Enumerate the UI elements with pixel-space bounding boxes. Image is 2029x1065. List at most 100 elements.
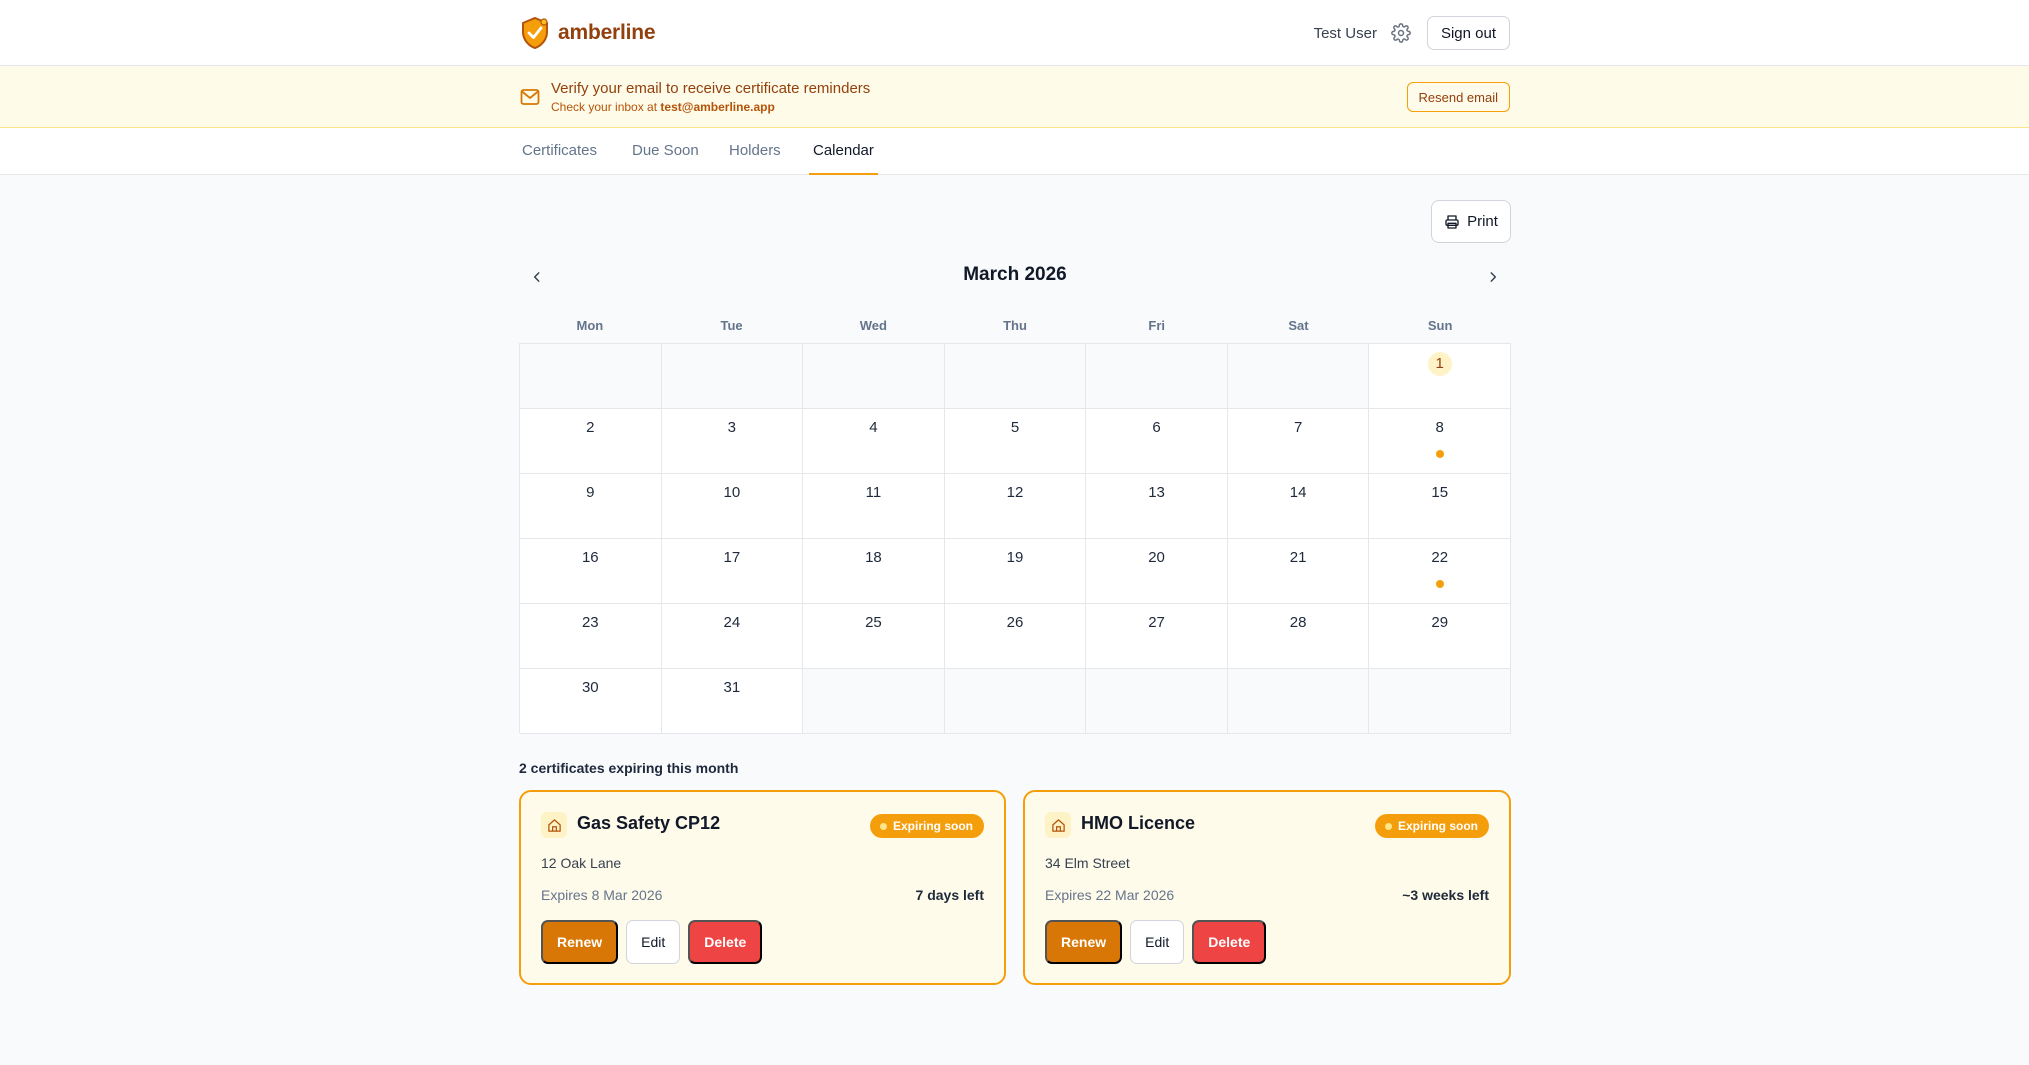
certificate-card[interactable]: Gas Safety CP12 Expiring soon 12 Oak Lan… — [519, 790, 1006, 985]
today-highlight: 1 — [1427, 352, 1452, 376]
certificate-card[interactable]: HMO Licence Expiring soon 34 Elm Street … — [1023, 790, 1511, 985]
brand-name: amberline — [558, 21, 656, 44]
certificate-name: HMO Licence — [1081, 813, 1196, 833]
weekday-label: Mon — [576, 318, 604, 333]
calendar-day-cell[interactable]: 29 — [1369, 604, 1511, 669]
calendar-day-cell[interactable]: 27 — [1086, 604, 1228, 669]
calendar-day-cell[interactable]: 24 — [661, 604, 804, 669]
certificate-expiry: Expires 8 Mar 2026 — [541, 887, 663, 903]
time-remaining: ~3 weeks left — [1402, 887, 1489, 903]
status-badge-label: Expiring soon — [892, 819, 973, 833]
day-number: 30 — [581, 679, 599, 696]
calendar-day-cell[interactable]: 1 — [1369, 344, 1511, 409]
shield-logo-icon — [522, 16, 548, 50]
calendar-day-cell[interactable]: 12 — [944, 474, 1087, 539]
day-number: 23 — [581, 614, 599, 631]
day-number: 22 — [1431, 549, 1449, 566]
day-number: 7 — [1293, 419, 1303, 436]
calendar-day-cell[interactable]: 10 — [661, 474, 804, 539]
calendar-day-cell[interactable]: 22 — [1369, 539, 1511, 604]
calendar-day-cell[interactable]: 15 — [1369, 474, 1511, 539]
resend-email-button[interactable]: Resend email — [1406, 82, 1510, 112]
tab-due-soon[interactable]: Due Soon — [632, 142, 699, 175]
calendar-day-cell[interactable]: 9 — [520, 474, 662, 539]
calendar-day-cell[interactable]: 4 — [803, 409, 945, 474]
weekday-label: Thu — [1003, 318, 1027, 333]
card-actions: Renew Edit Delete — [1045, 920, 1267, 964]
calendar-day-cell[interactable]: 26 — [944, 604, 1087, 669]
day-number: 18 — [865, 549, 882, 566]
calendar-empty-cell — [803, 344, 945, 409]
calendar-empty-cell — [1086, 344, 1228, 409]
delete-button[interactable]: Delete — [688, 920, 763, 964]
day-number: 28 — [1289, 614, 1307, 631]
sign-out-button[interactable]: Sign out — [1426, 16, 1510, 50]
mail-icon — [520, 89, 540, 105]
calendar-day-cell[interactable]: 18 — [803, 539, 945, 604]
chevron-right-icon — [1490, 272, 1497, 282]
day-number: 29 — [1431, 614, 1449, 631]
weekday-label: Sun — [1427, 318, 1453, 333]
calendar-day-cell[interactable]: 17 — [661, 539, 804, 604]
calendar-empty-cell — [944, 669, 1087, 734]
calendar-day-cell[interactable]: 31 — [661, 669, 804, 734]
calendar-day-cell[interactable]: 6 — [1086, 409, 1228, 474]
calendar-day-cell[interactable]: 19 — [944, 539, 1087, 604]
calendar-empty-cell — [661, 344, 804, 409]
house-icon — [541, 812, 567, 838]
time-remaining: 7 days left — [915, 887, 984, 903]
calendar-day-cell[interactable]: 14 — [1227, 474, 1370, 539]
calendar-day-cell[interactable]: 11 — [803, 474, 945, 539]
calendar-day-cell[interactable]: 20 — [1086, 539, 1228, 604]
printer-icon — [1445, 214, 1459, 229]
calendar-day-cell[interactable]: 7 — [1227, 409, 1370, 474]
day-number: 4 — [869, 419, 878, 436]
tab-certificates[interactable]: Certificates — [522, 142, 597, 175]
day-number: 21 — [1289, 549, 1307, 566]
weekday-label: Sat — [1288, 318, 1309, 333]
user-name: Test User — [1313, 24, 1377, 42]
print-button[interactable]: Print — [1431, 200, 1511, 243]
house-icon — [1045, 812, 1071, 838]
renew-button[interactable]: Renew — [1045, 920, 1123, 964]
day-number: 8 — [1435, 419, 1444, 436]
nav-tabs: Certificates Due Soon Holders Calendar — [0, 128, 2029, 175]
expiring-count-title: 2 certificates expiring this month — [519, 760, 739, 776]
calendar-day-cell[interactable]: 16 — [520, 539, 662, 604]
day-number: 2 — [586, 419, 595, 436]
calendar-day-cell[interactable]: 3 — [661, 409, 804, 474]
event-dot-icon — [1435, 450, 1444, 458]
certificate-name: Gas Safety CP12 — [577, 813, 721, 833]
brand-logo[interactable]: amberline — [519, 16, 656, 50]
calendar-day-cell[interactable]: 25 — [803, 604, 945, 669]
delete-button[interactable]: Delete — [1192, 920, 1267, 964]
calendar-day-cell[interactable]: 30 — [520, 669, 662, 734]
edit-button[interactable]: Edit — [626, 920, 681, 964]
top-bar: amberline Test User Sign out — [0, 0, 2029, 66]
month-title: March 2026 — [963, 264, 1067, 285]
print-label: Print — [1467, 213, 1498, 230]
gear-icon[interactable] — [1391, 23, 1411, 43]
renew-button[interactable]: Renew — [541, 920, 619, 964]
banner-title: Verify your email to receive certificate… — [551, 80, 871, 97]
day-number: 6 — [1152, 419, 1161, 436]
certificate-address: 12 Oak Lane — [541, 855, 622, 871]
calendar-empty-cell — [1369, 669, 1511, 734]
calendar-day-cell[interactable]: 21 — [1227, 539, 1370, 604]
edit-button[interactable]: Edit — [1130, 920, 1185, 964]
calendar-day-cell[interactable]: 13 — [1086, 474, 1228, 539]
day-number: 5 — [1010, 419, 1020, 436]
tab-holders[interactable]: Holders — [729, 142, 781, 175]
calendar-day-cell[interactable]: 28 — [1227, 604, 1370, 669]
weekday-label: Tue — [720, 318, 743, 333]
day-number: 15 — [1431, 484, 1449, 501]
calendar-day-cell[interactable]: 8 — [1369, 409, 1511, 474]
calendar-day-cell[interactable]: 5 — [944, 409, 1087, 474]
calendar-empty-cell — [803, 669, 945, 734]
day-number: 27 — [1148, 614, 1165, 631]
calendar-day-cell[interactable]: 2 — [520, 409, 662, 474]
next-month-button[interactable] — [1482, 266, 1504, 288]
calendar-day-cell[interactable]: 23 — [520, 604, 662, 669]
banner-subtitle: Check your inbox at test@amberline.app — [551, 100, 775, 114]
tab-calendar[interactable]: Calendar — [809, 142, 878, 175]
